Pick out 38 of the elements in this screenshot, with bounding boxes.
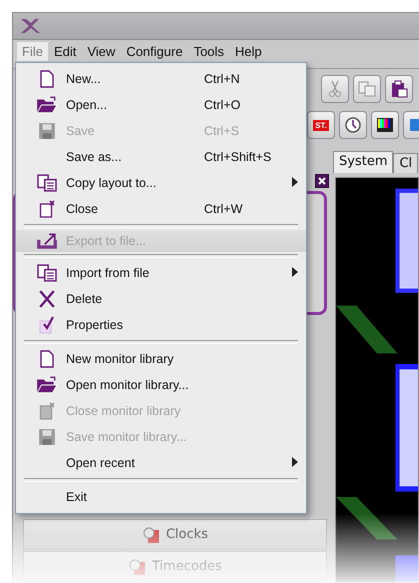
menu-item[interactable]: New monitor library xyxy=(16,346,306,372)
scissors-icon xyxy=(326,80,344,98)
copy-icon xyxy=(36,264,58,282)
menu-item[interactable]: Save as... Ctrl+Shift+S xyxy=(16,144,306,170)
clock-icon xyxy=(344,116,362,134)
copy-icon xyxy=(36,174,58,192)
menu-item[interactable]: Close Ctrl+W xyxy=(16,196,306,222)
menu-item[interactable]: Exit xyxy=(16,484,306,510)
cut-button[interactable] xyxy=(321,75,349,103)
paste-button[interactable] xyxy=(385,75,413,103)
clock-button[interactable] xyxy=(339,111,367,139)
menu-item[interactable]: Import from file xyxy=(16,260,306,286)
toolbar-button[interactable]: ST. xyxy=(307,111,335,139)
menu-item[interactable]: New... Ctrl+N xyxy=(16,66,306,92)
menu-bar-item[interactable]: Configure xyxy=(121,42,188,60)
menu-item[interactable]: Delete xyxy=(16,286,306,312)
color-bars-button[interactable] xyxy=(371,111,399,139)
export-icon xyxy=(36,232,58,250)
folder-icon xyxy=(36,376,58,394)
folder-icon xyxy=(36,96,58,114)
color-bars-icon xyxy=(376,116,394,134)
menu-item[interactable]: Properties xyxy=(16,312,306,338)
menu-bar-item[interactable]: Tools xyxy=(188,42,230,60)
close-button[interactable] xyxy=(315,174,329,188)
copy-icon xyxy=(358,80,376,98)
menu-bar-item[interactable]: View xyxy=(82,42,120,60)
menu-bar-item[interactable]: File xyxy=(17,42,48,60)
logo-icon xyxy=(19,17,41,35)
menu-item[interactable]: Open monitor library... xyxy=(16,372,306,398)
menu-item[interactable]: Copy layout to... xyxy=(16,170,306,196)
menu-bar-item[interactable]: Help xyxy=(230,42,267,60)
list-button[interactable]: Clocks xyxy=(23,519,327,550)
menu-item[interactable]: Open recent xyxy=(16,450,306,476)
tab[interactable]: System xyxy=(333,151,394,173)
tab[interactable]: Cl xyxy=(393,153,418,173)
menu-item[interactable]: Open... Ctrl+O xyxy=(16,92,306,118)
clipboard-icon xyxy=(390,80,408,98)
menu-bar-item[interactable]: Edit xyxy=(48,42,82,60)
